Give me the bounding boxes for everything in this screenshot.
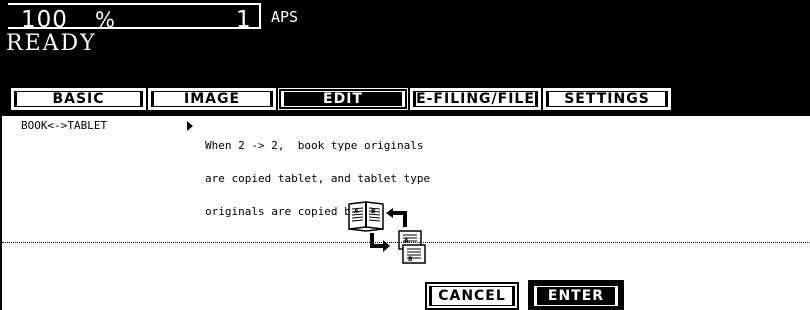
cancel-button-label: CANCEL	[429, 286, 515, 306]
description-arrow-icon	[187, 121, 193, 131]
content-divider	[2, 242, 810, 243]
function-name: BOOK<->TABLET	[21, 119, 108, 132]
tab-edit[interactable]: EDIT	[278, 88, 408, 110]
copies-count: 1	[236, 7, 251, 33]
tab-label: IMAGE	[151, 91, 273, 107]
zoom-value: 100	[21, 7, 68, 33]
book-to-tablet-icon: A BAB	[348, 201, 426, 264]
tab-label: EDIT	[281, 91, 405, 107]
edit-function-panel: BOOK<->TABLET When 2 -> 2, book type ori…	[0, 116, 810, 310]
description-line: are copied tablet, and tablet type	[205, 172, 431, 185]
tab-e-filing-file[interactable]: E-FILING/FILE	[410, 88, 541, 110]
tab-label: E-FILING/FILE	[413, 91, 538, 107]
page-letter-mark: A	[354, 208, 359, 215]
tab-label: SETTINGS	[546, 91, 668, 107]
description-line: When 2 -> 2, book type originals	[205, 139, 424, 152]
tab-basic[interactable]: BASIC	[11, 88, 146, 110]
cancel-button[interactable]: CANCEL	[425, 282, 519, 310]
status-header: 100 % 1 APS READY BASIC IMAGE EDIT E-FIL…	[0, 0, 810, 116]
enter-button-label: ENTER	[534, 286, 618, 306]
page-letter-mark: B	[408, 256, 413, 263]
zoom-copies-box: 100 % 1	[8, 3, 261, 33]
tab-label: BASIC	[14, 91, 143, 107]
page-letter-mark: B	[371, 208, 376, 215]
zoom-unit: %	[95, 8, 115, 32]
tab-image[interactable]: IMAGE	[148, 88, 276, 110]
tab-settings[interactable]: SETTINGS	[543, 88, 671, 110]
enter-button[interactable]: ENTER	[528, 280, 624, 310]
machine-status: READY	[6, 31, 97, 56]
paper-mode: APS	[271, 8, 299, 26]
tab-bar: BASIC IMAGE EDIT E-FILING/FILE SETTINGS	[0, 86, 810, 112]
